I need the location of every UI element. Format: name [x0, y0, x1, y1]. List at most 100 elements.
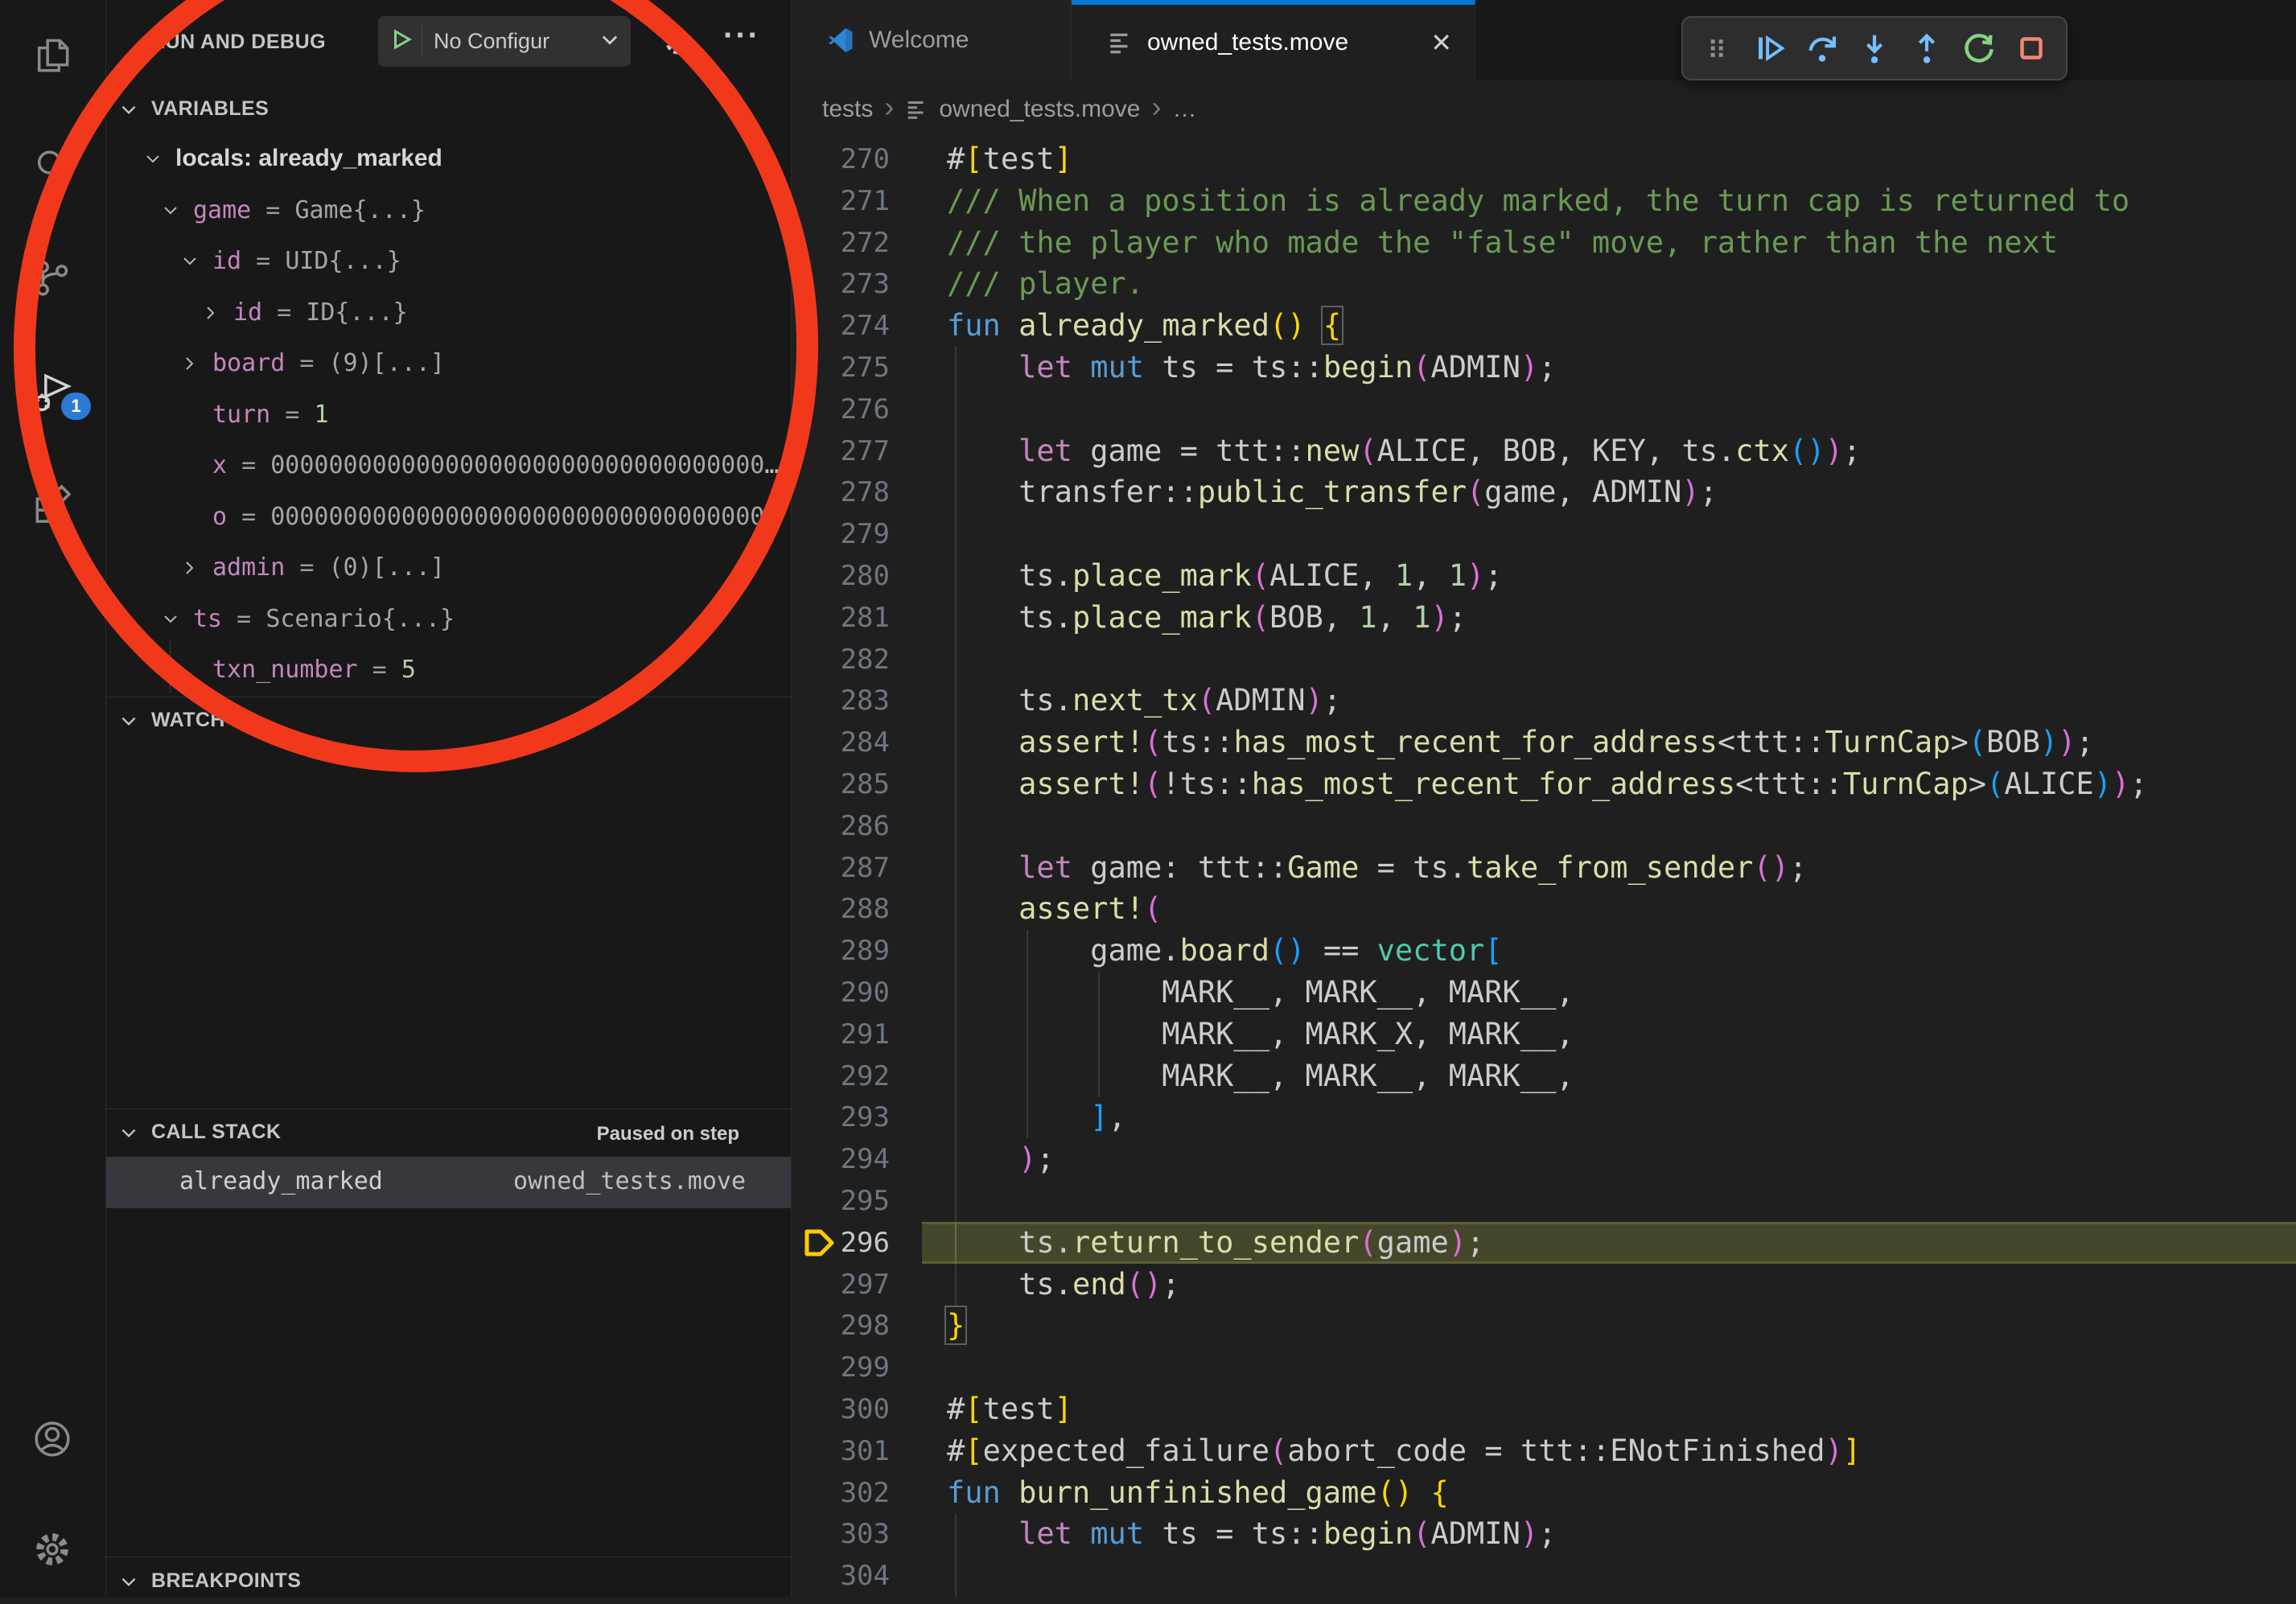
step-into-button[interactable] [1854, 27, 1895, 69]
chevron-down-icon[interactable] [143, 150, 163, 173]
line-number[interactable]: 274 [792, 305, 890, 347]
code-line[interactable]: 295 [792, 1180, 2296, 1222]
line-number[interactable]: 280 [792, 555, 890, 597]
variable-row[interactable]: txn_number = 5 [105, 646, 791, 697]
tab-welcome[interactable]: Welcome [792, 0, 1072, 80]
line-number[interactable]: 270 [792, 138, 890, 180]
restart-button[interactable] [1958, 27, 2000, 69]
code-line[interactable]: 300#[test] [792, 1388, 2296, 1430]
code-line[interactable]: 271/// When a position is already marked… [792, 180, 2296, 222]
line-number[interactable]: 300 [792, 1388, 890, 1430]
code-line[interactable]: 301#[expected_failure(abort_code = ttt::… [792, 1430, 2296, 1472]
chevron-down-icon[interactable] [161, 610, 180, 633]
stack-frame-row[interactable]: already_marked owned_tests.move [105, 1157, 791, 1208]
line-number[interactable]: 271 [792, 180, 890, 222]
scope-row[interactable]: locals: already_marked [105, 135, 791, 187]
code-line[interactable]: 287 let game: ttt::Game = ts.take_from_s… [792, 847, 2296, 889]
code-line[interactable]: 272/// the player who made the "false" m… [792, 222, 2296, 264]
variable-row[interactable]: turn = 1 [105, 391, 791, 442]
variables-section-header[interactable]: VARIABLES [105, 87, 791, 132]
variable-row[interactable]: ts = Scenario{...} [105, 595, 791, 647]
line-number[interactable]: 292 [792, 1055, 890, 1097]
code-line[interactable]: 302fun burn_unfinished_game() { [792, 1472, 2296, 1514]
code-line[interactable]: 286 [792, 805, 2296, 847]
more-actions-icon[interactable]: ··· [723, 18, 760, 54]
search-icon[interactable] [30, 146, 75, 191]
line-number[interactable]: 281 [792, 597, 890, 639]
breadcrumb-symbol[interactable]: … [1173, 96, 1197, 123]
chevron-right-icon[interactable] [180, 558, 200, 582]
line-number[interactable]: 286 [792, 805, 890, 847]
code-line[interactable]: 281 ts.place_mark(BOB, 1, 1); [792, 597, 2296, 639]
code-line[interactable]: 276 [792, 389, 2296, 430]
code-line[interactable]: 289 game.board() == vector[ [792, 930, 2296, 972]
code-line[interactable]: 279 [792, 513, 2296, 555]
chevron-right-icon[interactable] [201, 303, 220, 327]
source-control-icon[interactable] [30, 256, 75, 301]
code-line[interactable]: 298} [792, 1305, 2296, 1347]
code-line[interactable]: 296 ts.return_to_sender(game); [792, 1222, 2296, 1264]
line-number[interactable]: 284 [792, 722, 890, 763]
variable-row[interactable]: game = Game{...} [105, 187, 791, 238]
variable-row[interactable]: board = (9)[...] [105, 339, 791, 391]
code-line[interactable]: 278 transfer::public_transfer(game, ADMI… [792, 471, 2296, 513]
continue-button[interactable] [1749, 27, 1791, 69]
line-number[interactable]: 301 [792, 1430, 890, 1472]
code-line[interactable]: 285 assert!(!ts::has_most_recent_for_add… [792, 763, 2296, 805]
code-line[interactable]: 288 assert!( [792, 888, 2296, 930]
line-number[interactable]: 277 [792, 430, 890, 472]
line-number[interactable]: 297 [792, 1264, 890, 1306]
code-line[interactable]: 292 MARK__, MARK__, MARK__, [792, 1055, 2296, 1097]
chevron-down-icon[interactable] [161, 201, 180, 224]
call-stack-section-header[interactable]: CALL STACK Paused on step [105, 1110, 791, 1155]
settings-gear-icon[interactable] [30, 1527, 75, 1572]
step-out-button[interactable] [1906, 27, 1948, 69]
close-icon[interactable]: ✕ [1430, 27, 1452, 58]
code-line[interactable]: 294 ); [792, 1138, 2296, 1180]
debug-settings-gear-icon[interactable] [660, 24, 696, 64]
line-number[interactable]: 282 [792, 639, 890, 681]
line-number[interactable]: 279 [792, 513, 890, 555]
code-line[interactable]: 274fun already_marked() { [792, 305, 2296, 347]
account-icon[interactable] [30, 1417, 75, 1462]
extensions-icon[interactable] [30, 481, 75, 526]
watch-section-header[interactable]: WATCH [105, 698, 791, 743]
code-line[interactable]: 293 ], [792, 1096, 2296, 1138]
line-number[interactable]: 295 [792, 1180, 890, 1222]
line-number[interactable]: 303 [792, 1513, 890, 1555]
line-number[interactable]: 276 [792, 389, 890, 430]
line-number[interactable]: 290 [792, 972, 890, 1014]
variable-row[interactable]: id = ID{...} [105, 289, 791, 340]
line-number[interactable]: 302 [792, 1472, 890, 1514]
code-line[interactable]: 283 ts.next_tx(ADMIN); [792, 680, 2296, 722]
code-line[interactable]: 284 assert!(ts::has_most_recent_for_addr… [792, 722, 2296, 763]
line-number[interactable]: 285 [792, 763, 890, 805]
line-number[interactable]: 291 [792, 1014, 890, 1055]
step-over-button[interactable] [1801, 27, 1843, 69]
line-number[interactable]: 298 [792, 1305, 890, 1347]
start-debug-icon[interactable] [389, 27, 414, 56]
code-line[interactable]: 277 let game = ttt::new(ALICE, BOB, KEY,… [792, 430, 2296, 472]
code-line[interactable]: 303 let mut ts = ts::begin(ADMIN); [792, 1513, 2296, 1555]
launch-config-dropdown[interactable]: No Configur [378, 16, 631, 67]
drag-handle-icon[interactable] [1697, 27, 1738, 69]
code-line[interactable]: 273/// player. [792, 263, 2296, 305]
code-line[interactable]: 291 MARK__, MARK_X, MARK__, [792, 1014, 2296, 1055]
variable-row[interactable]: o = 000000000000000000000000000000000000… [105, 493, 791, 545]
code-line[interactable]: 304 [792, 1555, 2296, 1597]
variable-row[interactable]: admin = (0)[...] [105, 544, 791, 595]
line-number[interactable]: 296 [792, 1222, 890, 1264]
line-number[interactable]: 283 [792, 680, 890, 722]
line-number[interactable]: 299 [792, 1347, 890, 1388]
line-number[interactable]: 273 [792, 263, 890, 305]
line-number[interactable]: 272 [792, 222, 890, 264]
breadcrumb-folder[interactable]: tests [822, 96, 873, 123]
code-line[interactable]: 270#[test] [792, 138, 2296, 180]
line-number[interactable]: 304 [792, 1555, 890, 1597]
line-number[interactable]: 293 [792, 1096, 890, 1138]
code-line[interactable]: 297 ts.end(); [792, 1264, 2296, 1306]
line-number[interactable]: 288 [792, 888, 890, 930]
line-number[interactable]: 278 [792, 471, 890, 513]
chevron-right-icon[interactable] [180, 354, 200, 377]
chevron-down-icon[interactable] [180, 252, 200, 275]
